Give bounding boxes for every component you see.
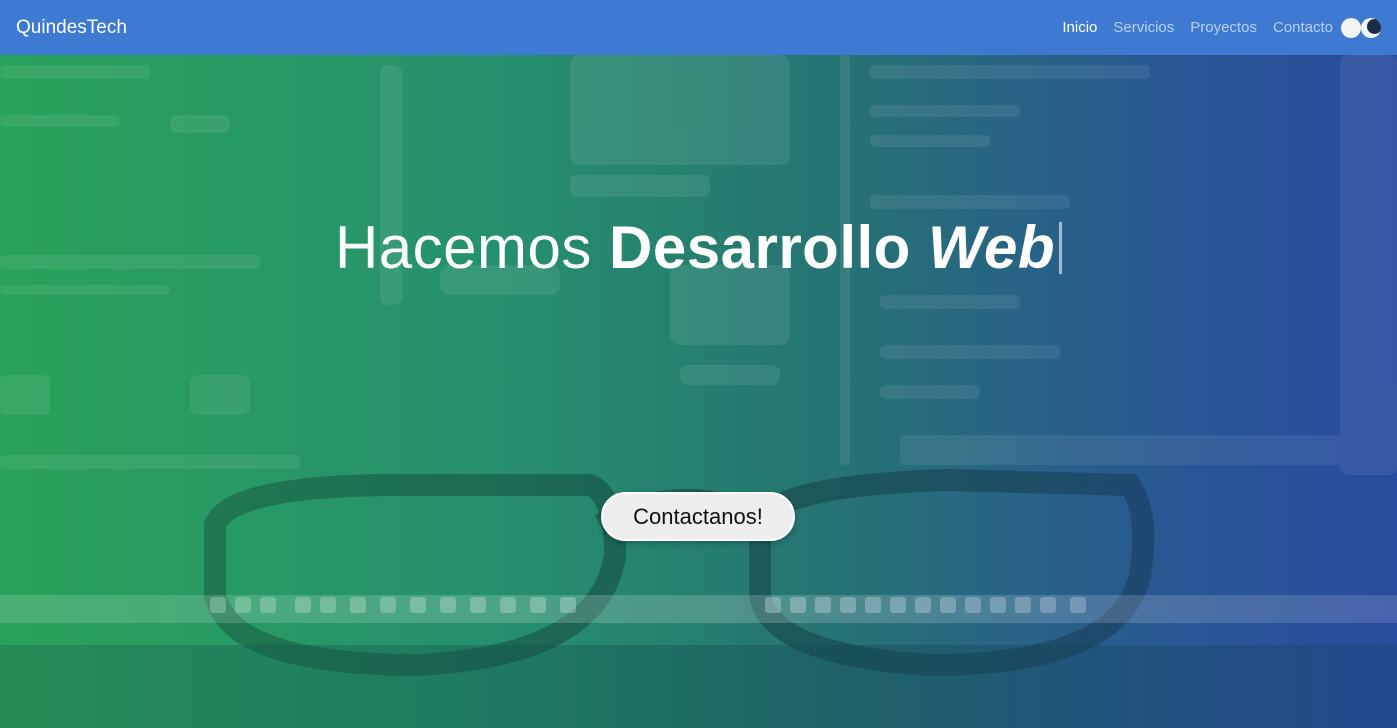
hero-section: Hacemos Desarrollo Web Contactanos!: [0, 55, 1397, 728]
theme-toggle[interactable]: [1341, 17, 1381, 38]
nav-menu: Inicio Servicios Proyectos Contacto: [1046, 17, 1381, 38]
nav-link-inicio[interactable]: Inicio: [1062, 19, 1097, 36]
nav-link-proyectos[interactable]: Proyectos: [1190, 19, 1257, 36]
nav-link-contacto[interactable]: Contacto: [1273, 19, 1333, 36]
navbar: QuindesTech Inicio Servicios Proyectos C…: [0, 0, 1397, 55]
headline-bold: Desarrollo: [609, 214, 911, 281]
hero-gradient-overlay: [0, 55, 1397, 728]
nav-link-servicios[interactable]: Servicios: [1113, 19, 1174, 36]
hero-headline: Hacemos Desarrollo Web: [0, 213, 1397, 282]
headline-prefix: Hacemos: [334, 214, 592, 281]
sun-icon: [1341, 17, 1361, 38]
brand-link[interactable]: QuindesTech: [16, 17, 127, 39]
contact-cta-button[interactable]: Contactanos!: [601, 492, 795, 541]
typing-caret: [1059, 222, 1063, 274]
moon-icon: [1361, 17, 1381, 38]
headline-italic: Web: [927, 214, 1056, 281]
